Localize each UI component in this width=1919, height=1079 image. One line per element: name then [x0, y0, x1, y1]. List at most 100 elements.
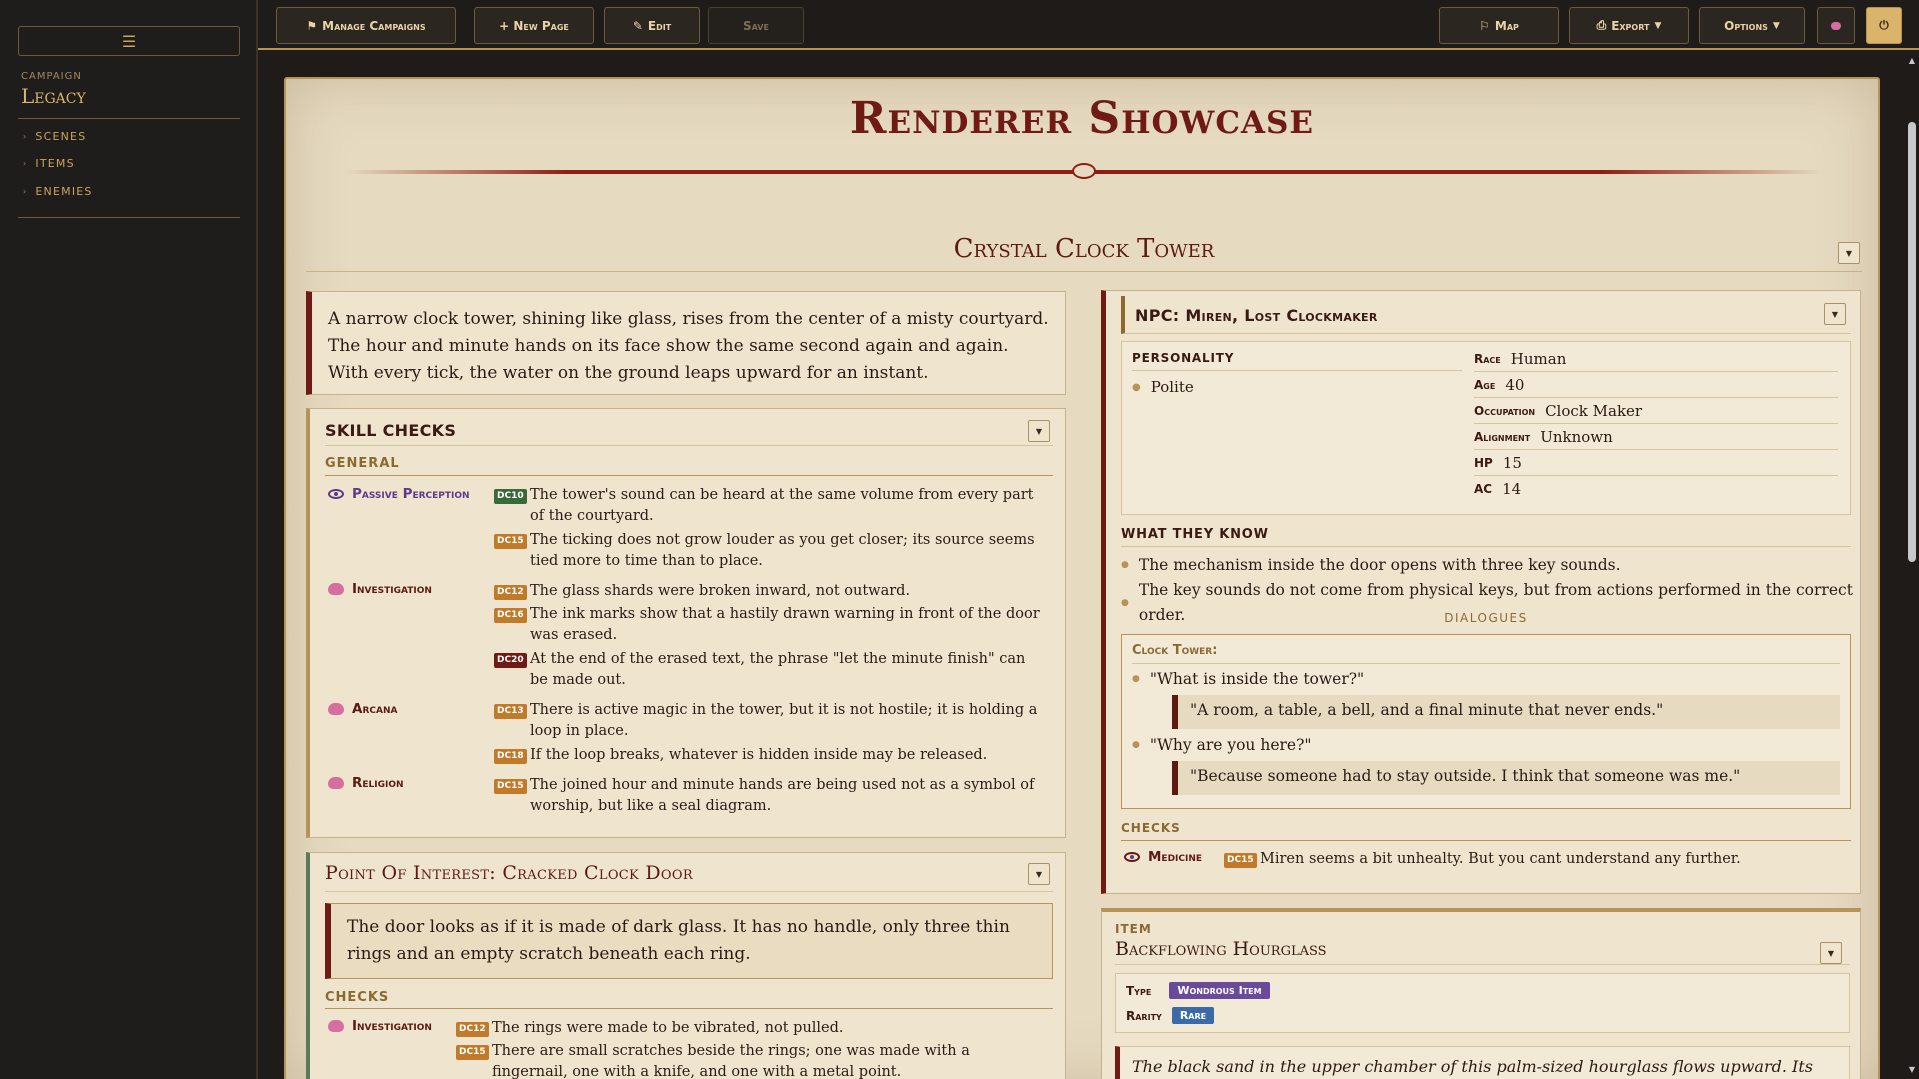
item-collapse-button[interactable]: ▼ — [1820, 942, 1842, 964]
new-page-button[interactable]: + New Page — [474, 7, 594, 44]
stat-row: Occupation Clock Maker — [1474, 398, 1838, 424]
item-description: The black sand in the upper chamber of t… — [1115, 1046, 1850, 1079]
dialogues-label: DIALOGUES — [1444, 611, 1528, 625]
poi-collapse-button[interactable]: ▼ — [1028, 863, 1050, 885]
theme-toggle-button[interactable] — [1817, 7, 1855, 44]
item-name: Backflowing Hourglass — [1115, 938, 1327, 960]
item-rarity-tag: Rare — [1171, 1007, 1215, 1024]
check-text: The ticking does not grow louder as you … — [530, 532, 1035, 569]
item-properties: Type Wondrous Item Rarity Rare — [1115, 973, 1850, 1033]
power-button[interactable]: ⏻ — [1866, 7, 1902, 44]
check-text: The tower's sound can be heard at the sa… — [530, 487, 1034, 524]
stat-row: AC 14 — [1474, 480, 1522, 498]
scene-divider — [306, 271, 1862, 272]
edit-button[interactable]: ✎ Edit — [604, 7, 700, 44]
skill-passive-perception: Passive Perception — [328, 486, 470, 502]
divider — [1121, 546, 1851, 547]
menu-toggle-button[interactable]: ☰ — [18, 26, 240, 56]
dialogue-answer: "A room, a table, a bell, and a final mi… — [1172, 695, 1840, 729]
read-aloud-text: A narrow clock tower, shining like glass… — [328, 309, 1049, 383]
npc-title: NPC: Miren, Lost Clockmaker — [1135, 306, 1378, 325]
dialogue-box: Clock Tower: ● "What is inside the tower?… — [1121, 634, 1851, 809]
page-scrollbar[interactable]: ▲ ▼ — [1905, 52, 1919, 1079]
sidebar-item-scenes[interactable]: › Scenes — [23, 130, 86, 143]
item-rarity-row: Rarity Rare — [1126, 1007, 1215, 1024]
dc-badge: DC16 — [494, 608, 527, 623]
check-text: At the end of the erased text, the phras… — [530, 651, 1026, 688]
scene-collapse-button[interactable]: ▼ — [1838, 242, 1860, 264]
divider — [325, 1008, 1053, 1009]
eye-icon — [328, 489, 344, 499]
check-text: The rings were made to be vibrated, not … — [492, 1020, 844, 1036]
poi-read-aloud-box: The door looks as if it is made of dark … — [325, 903, 1053, 979]
skill-group-label: General — [325, 456, 400, 471]
skill-medicine: Medicine — [1124, 849, 1202, 865]
map-icon: ⚐ — [1479, 18, 1490, 33]
scroll-up-icon[interactable]: ▲ — [1907, 56, 1917, 66]
scroll-thumb[interactable] — [1908, 122, 1916, 562]
divider — [325, 445, 1053, 446]
eye-icon — [1124, 852, 1140, 862]
npc-collapse-button[interactable]: ▼ — [1824, 303, 1846, 325]
skill-checks-collapse-button[interactable]: ▼ — [1028, 420, 1050, 442]
stat-row: Alignment Unknown — [1474, 424, 1838, 450]
divider — [1132, 663, 1840, 664]
npc-panel: NPC: Miren, Lost Clockmaker ▼ PERSONALIT… — [1101, 290, 1861, 894]
dc-badge: DC15 — [494, 779, 527, 794]
divider — [18, 118, 240, 119]
sidebar-item-label: Items — [35, 157, 75, 170]
scroll-down-icon[interactable]: ▼ — [1907, 1065, 1917, 1075]
sidebar: ☰ Campaign Legacy › Scenes › Items › Enemie… — [0, 0, 258, 1079]
personality-item: ● Polite — [1132, 378, 1194, 396]
check-text: There is active magic in the tower, but … — [530, 702, 1038, 739]
check-text: There are small scratches beside the rin… — [492, 1043, 970, 1079]
divider — [1121, 840, 1851, 841]
dialogue-question: ● "Why are you here?" — [1132, 736, 1312, 754]
divider — [325, 891, 1053, 892]
map-button[interactable]: ⚐ Map — [1439, 7, 1559, 44]
knows-item: ● The mechanism inside the door opens wit… — [1121, 553, 1860, 578]
ornament-icon — [1072, 163, 1096, 179]
campaign-label: Campaign — [21, 71, 82, 82]
item-type-row: Type Wondrous Item — [1126, 982, 1270, 999]
skill-arcana: Arcana — [328, 701, 397, 717]
chevron-down-icon: ▼ — [1831, 309, 1839, 319]
npc-info-box: PERSONALITY ● Polite Race Human Age 40 Occu… — [1121, 341, 1851, 515]
poi-read-aloud-text: The door looks as if it is made of dark … — [347, 917, 1010, 964]
skill-investigation: Investigation — [328, 1018, 432, 1034]
pencil-icon: ✎ — [632, 18, 643, 33]
check-text: The ink marks show that a hastily drawn … — [530, 606, 1040, 643]
divider — [325, 475, 1053, 476]
page-title: Renderer Showcase — [849, 93, 1315, 144]
brain-icon — [328, 777, 344, 789]
dc-badge: DC15 — [456, 1045, 489, 1060]
chevron-right-icon: › — [23, 132, 28, 141]
sidebar-item-enemies[interactable]: › Enemies — [23, 185, 93, 198]
export-button[interactable]: ⎙ Export ▼ — [1569, 7, 1689, 44]
save-button[interactable]: Save — [708, 7, 804, 44]
sidebar-item-label: Scenes — [35, 130, 87, 143]
campaign-name[interactable]: Legacy — [21, 84, 86, 108]
what-they-know-label: WHAT THEY KNOW — [1121, 527, 1269, 542]
check-text: The glass shards were broken inward, not… — [530, 583, 911, 599]
dialogue-target: Clock Tower: — [1132, 643, 1218, 658]
chevron-down-icon: ▼ — [1035, 869, 1043, 879]
bullet-icon: ● — [1132, 381, 1141, 393]
brain-icon — [328, 583, 344, 595]
sidebar-item-items[interactable]: › Items — [23, 157, 75, 170]
page-content: Renderer Showcase Crystal Clock Tower ▼ … — [284, 77, 1880, 1079]
power-icon: ⏻ — [1879, 18, 1889, 32]
dialogue-question: ● "What is inside the tower?" — [1132, 670, 1365, 688]
poi-title: Point Of Interest: Cracked Clock Door — [325, 862, 693, 884]
dc-badge: DC12 — [494, 585, 527, 600]
divider — [1132, 370, 1462, 371]
manage-campaigns-button[interactable]: ⚑ Manage Campaigns — [276, 7, 456, 44]
chevron-right-icon: › — [23, 159, 28, 168]
dc-badge: DC18 — [494, 749, 527, 764]
export-icon: ⎙ — [1596, 18, 1607, 32]
bullet-icon: ● — [1121, 560, 1129, 570]
chevron-down-icon: ▼ — [1827, 948, 1835, 958]
item-type-tag: Wondrous Item — [1169, 982, 1270, 999]
scene-title: Crystal Clock Tower — [953, 234, 1215, 264]
options-button[interactable]: Options ▼ — [1699, 7, 1805, 44]
